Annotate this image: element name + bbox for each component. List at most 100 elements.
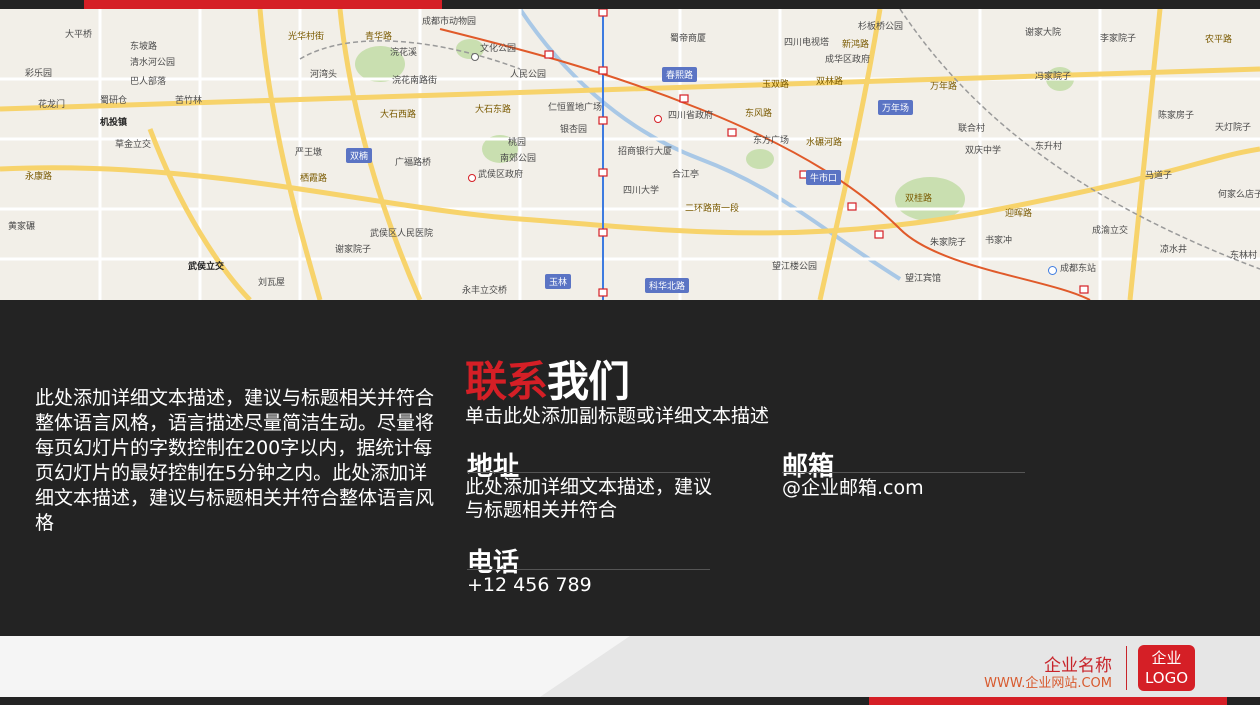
email-value: @企业邮箱.com [782, 477, 924, 499]
map-label: 书家冲 [985, 236, 1013, 246]
map-label: 蜀研仓 [100, 96, 128, 106]
map-label: 河湾头 [310, 70, 338, 80]
map-label: 朱家院子 [930, 238, 967, 248]
map-label: 四川电视塔 [784, 38, 830, 48]
map-label: 彩乐园 [25, 69, 53, 79]
map-label: 东林村 [1230, 251, 1258, 261]
map-label: 四川省政府 [668, 111, 714, 121]
map-label: 黄家碾 [8, 222, 36, 232]
map-label: 刘瓦屋 [258, 278, 286, 288]
address-value: 此处添加详细文本描述，建议与标题相关并符合 [465, 476, 713, 521]
footer-divider [1126, 646, 1127, 690]
top-accent-stripe [84, 0, 442, 9]
company-url[interactable]: WWW.企业网站.COM [984, 672, 1112, 691]
map-label: 东风路 [745, 109, 773, 119]
map-label: 成渝立交 [1092, 226, 1129, 236]
map-label: 谢家院子 [335, 245, 372, 255]
map-label: 天灯院子 [1215, 123, 1252, 133]
map-label: 浣花南路街 [392, 76, 438, 86]
map-label: 永丰立交桥 [462, 286, 508, 296]
map-label: 望江楼公园 [772, 262, 818, 272]
map-station-badge: 牛市口 [806, 170, 842, 185]
map-label: 望江宾馆 [905, 274, 942, 284]
map-pin-icon[interactable] [471, 53, 479, 61]
map-station-badge: 春熙路 [662, 67, 698, 82]
map-label: 凉水井 [1160, 245, 1188, 255]
map-label: 二环路南一段 [685, 204, 740, 214]
map-label: 草金立交 [115, 140, 152, 150]
train-station-icon[interactable] [1048, 266, 1057, 275]
map-label: 谢家大院 [1025, 28, 1062, 38]
map-label: 成华区政府 [825, 55, 871, 65]
map-label: 万年路 [930, 82, 958, 92]
map-label: 水碾河路 [806, 138, 843, 148]
map-station-badge: 科华北路 [645, 278, 690, 293]
map-label: 双桂路 [905, 194, 933, 204]
map-label: 光华村街 [288, 32, 325, 42]
map-label: 蜀帝商厦 [670, 34, 707, 44]
map-label: 花龙门 [38, 100, 66, 110]
map-label: 武侯区政府 [478, 170, 524, 180]
map-pin-icon[interactable] [654, 115, 662, 123]
city-map[interactable]: 大平桥 东坡路 清水河公园 彩乐园 巴人部落 花龙门 蜀研仓 苦竹林 机投镇 草… [0, 9, 1260, 300]
map-label: 杉板桥公园 [858, 22, 904, 32]
map-label: 苦竹林 [175, 96, 203, 106]
map-label: 广福路桥 [395, 158, 432, 168]
map-station-badge: 玉林 [545, 274, 572, 289]
bottom-accent-stripe [869, 697, 1227, 705]
company-logo: 企业 LOGO [1138, 645, 1195, 691]
phone-divider [467, 569, 710, 570]
title-red: 联系 [465, 357, 548, 406]
map-label: 东升村 [1035, 142, 1063, 152]
map-label: 人民公园 [510, 70, 547, 80]
map-label: 永康路 [25, 172, 53, 182]
map-label: 机投镇 [100, 118, 128, 128]
map-label: 清水河公园 [130, 58, 176, 68]
map-station-badge: 双楠 [346, 148, 373, 163]
map-label: 马道子 [1145, 171, 1173, 181]
map-label: 李家院子 [1100, 34, 1137, 44]
map-label: 东方广场 [753, 136, 790, 146]
address-divider [467, 472, 710, 473]
map-station-badge: 万年场 [878, 100, 914, 115]
map-label: 仁恒置地广场 [548, 103, 603, 113]
footer: 企业名称 WWW.企业网站.COM 企业 LOGO [0, 636, 1260, 697]
map-label: 陈家房子 [1158, 111, 1195, 121]
map-label: 联合村 [958, 124, 986, 134]
map-label: 大石东路 [475, 105, 512, 115]
map-label: 合江亭 [672, 170, 700, 180]
map-label: 成都东站 [1060, 264, 1097, 274]
map-label: 武侯立交 [188, 262, 225, 272]
map-label: 成都市动物园 [422, 17, 477, 27]
map-label: 大石西路 [380, 110, 417, 120]
map-label: 迎晖路 [1005, 209, 1033, 219]
map-label: 四川大学 [623, 186, 660, 196]
map-pin-icon[interactable] [468, 174, 476, 182]
map-label: 青华路 [365, 32, 393, 42]
map-label: 何家么店子 [1218, 190, 1260, 200]
map-label: 冯家院子 [1035, 72, 1072, 82]
map-label: 东坡路 [130, 42, 158, 52]
logo-line-1: 企业 [1151, 649, 1182, 667]
map-label: 双林路 [816, 77, 844, 87]
map-label: 银杏园 [560, 125, 588, 135]
contact-section: 此处添加详细文本描述，建议与标题相关并符合整体语言风格，语言描述尽量简洁生动。尽… [0, 300, 1260, 636]
map-label: 栖霞路 [300, 174, 328, 184]
page-subtitle: 单击此处添加副标题或详细文本描述 [465, 405, 770, 427]
map-label: 招商银行大厦 [618, 147, 673, 157]
map-label: 南郊公园 [500, 154, 537, 164]
title-white: 我们 [547, 357, 630, 406]
map-label: 桃园 [508, 138, 527, 148]
phone-value: +12 456 789 [467, 574, 592, 596]
map-label: 巴人部落 [130, 77, 167, 87]
logo-line-2: LOGO [1144, 669, 1189, 687]
map-label: 文化公园 [480, 44, 517, 54]
email-divider [782, 472, 1025, 473]
map-label: 严王墩 [295, 148, 323, 158]
map-label: 玉双路 [762, 80, 790, 90]
map-label: 浣花溪 [390, 48, 418, 58]
map-label: 武侯区人民医院 [370, 229, 434, 239]
map-label: 双庆中学 [965, 146, 1002, 156]
map-label: 大平桥 [65, 30, 93, 40]
description-text: 此处添加详细文本描述，建议与标题相关并符合整体语言风格，语言描述尽量简洁生动。尽… [35, 387, 435, 534]
